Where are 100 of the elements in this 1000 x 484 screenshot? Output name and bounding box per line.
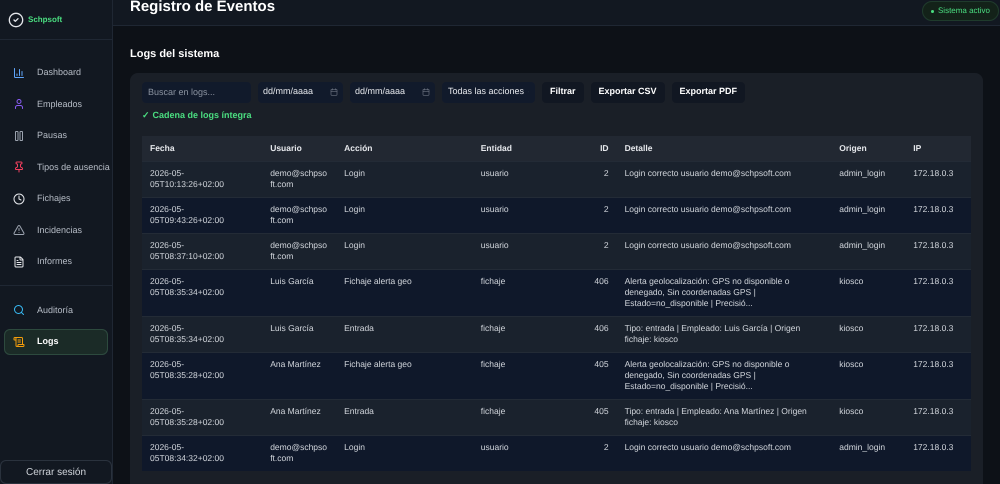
table-cell: 172.18.0.3 [905, 269, 971, 316]
table-cell: 2 [575, 197, 617, 233]
action-dropdown[interactable]: Todas las acciones [442, 82, 535, 102]
logout-button[interactable]: Cerrar sesión [0, 460, 112, 484]
search-field[interactable]: Buscar en logs... [142, 82, 251, 102]
table-cell: Tipo: entrada | Empleado: Ana Martínez | Origen fichaje: kiosco [616, 399, 832, 435]
table-cell: usuario [472, 435, 576, 470]
table-cell: fichaje [472, 399, 576, 435]
table-cell: Login [336, 161, 473, 197]
page-title: Registro de Eventos [130, 0, 276, 17]
clock-icon [13, 192, 25, 205]
table-cell: fichaje [472, 316, 576, 352]
calendar-icon [422, 88, 430, 96]
table-cell: usuario [472, 233, 576, 269]
sidebar-item[interactable]: Pausas [4, 123, 108, 148]
table-cell: 405 [575, 399, 617, 435]
column-header: Origen [831, 136, 906, 161]
table-cell: Tipo: entrada | Empleado: Luis García | Origen fichaje: kiosco [616, 316, 832, 352]
table-cell: 172.18.0.3 [905, 352, 971, 399]
table-cell: kiosco [831, 269, 906, 316]
column-header: Fecha [142, 136, 262, 161]
table-cell: demo@schpsoft.com [262, 233, 336, 269]
table-cell: 172.18.0.3 [905, 233, 971, 269]
table-cell: fichaje [472, 269, 576, 316]
sidebar-item[interactable]: Fichajes [4, 186, 108, 212]
table-cell: 2026-05-05T08:35:34+02:00 [142, 316, 262, 352]
date-field[interactable]: dd/mm/aaaa [350, 82, 435, 102]
search-icon [13, 304, 25, 316]
document-icon [13, 256, 25, 268]
table-cell: Login [336, 197, 473, 233]
table-cell: Login correcto usuario demo@schpsoft.com [616, 435, 832, 470]
column-header: IP [905, 136, 971, 161]
table-cell: Alerta geolocalización: GPS no disponible o denegado, Sin coordenadas GPS | Estado=no_disponible | Precisió... [616, 269, 832, 316]
table-cell: 2026-05-05T10:13:26+02:00 [142, 161, 262, 197]
toolbar-button[interactable]: Filtrar [542, 82, 584, 102]
scroll-icon [13, 336, 25, 348]
sidebar-item[interactable]: Tipos de ausencia [4, 154, 108, 180]
column-header: Usuario [262, 136, 336, 161]
integrity-status: ✓ Cadena de logs íntegra [142, 108, 253, 122]
sidebar-item[interactable]: Logs [4, 329, 108, 354]
brand-name: Schpsoft [28, 14, 62, 26]
table-cell: usuario [472, 197, 576, 233]
table-cell: Ana Martínez [262, 399, 336, 435]
column-header: Detalle [616, 136, 832, 161]
section-title: Logs del sistema [130, 47, 220, 62]
table-cell: fichaje [472, 352, 576, 399]
sidebar-item[interactable]: Dashboard [4, 60, 108, 86]
table-cell: Fichaje alerta geo [336, 269, 473, 316]
table-cell: 2026-05-05T08:35:28+02:00 [142, 352, 262, 399]
table-cell: kiosco [831, 352, 906, 399]
table-cell: 2026-05-05T08:35:28+02:00 [142, 399, 262, 435]
table-cell: 172.18.0.3 [905, 161, 971, 197]
table-cell: Ana Martínez [262, 352, 336, 399]
table-cell: 172.18.0.3 [905, 197, 971, 233]
table-cell: Entrada [336, 316, 473, 352]
table-cell: Entrada [336, 399, 473, 435]
table-cell: 406 [575, 316, 617, 352]
table-cell: Login correcto usuario demo@schpsoft.com [616, 161, 832, 197]
toolbar-button[interactable]: Exportar PDF [672, 82, 746, 102]
table-cell: 2026-05-05T09:43:26+02:00 [142, 197, 262, 233]
table-cell: Fichaje alerta geo [336, 352, 473, 399]
table-cell: kiosco [831, 399, 906, 435]
status-text: Sistema activo [938, 5, 990, 17]
column-header: Entidad [472, 136, 576, 161]
sidebar-item[interactable]: Incidencias [4, 218, 108, 243]
table-cell: usuario [472, 161, 576, 197]
sidebar-item[interactable]: Auditoría [4, 298, 108, 323]
table-cell: Alerta geolocalización: GPS no disponible o denegado, Sin coordenadas GPS | Estado=no_disponible | Precisió... [616, 352, 832, 399]
table-cell: kiosco [831, 316, 906, 352]
person-icon [13, 98, 25, 110]
table-cell: Login [336, 233, 473, 269]
column-header: ID [575, 136, 617, 161]
chart-icon [13, 66, 25, 79]
table-cell: admin_login [831, 435, 906, 470]
table-cell: 2026-05-05T08:34:32+02:00 [142, 435, 262, 470]
toolbar-button[interactable]: Exportar CSV [590, 82, 665, 102]
calendar-icon [330, 88, 338, 96]
table-cell: 2026-05-05T08:37:10+02:00 [142, 233, 262, 269]
table-cell: Login correcto usuario demo@schpsoft.com [616, 233, 832, 269]
table-cell: 2026-05-05T08:35:34+02:00 [142, 269, 262, 316]
table-cell: admin_login [831, 161, 906, 197]
table-cell: Login correcto usuario demo@schpsoft.com [616, 197, 832, 233]
pause-icon [13, 130, 25, 142]
table-cell: demo@schpsoft.com [262, 435, 336, 470]
table-cell: 172.18.0.3 [905, 399, 971, 435]
table-cell: 2 [575, 435, 617, 470]
table-cell: Login [336, 435, 473, 470]
table-cell: demo@schpsoft.com [262, 197, 336, 233]
table-cell: 172.18.0.3 [905, 316, 971, 352]
date-field[interactable]: dd/mm/aaaa [258, 82, 343, 102]
table-cell: 406 [575, 269, 617, 316]
table-cell: demo@schpsoft.com [262, 161, 336, 197]
table-cell: admin_login [831, 233, 906, 269]
pushpin-icon [13, 161, 25, 174]
sidebar-item[interactable]: Informes [4, 249, 108, 274]
table-cell: admin_login [831, 197, 906, 233]
sidebar-item[interactable]: Empleados [4, 92, 108, 117]
table-cell: 2 [575, 233, 617, 269]
table-cell: Luis García [262, 269, 336, 316]
table-cell: Luis García [262, 316, 336, 352]
